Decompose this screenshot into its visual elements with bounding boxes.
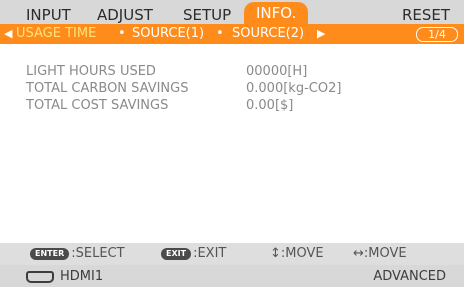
right-arrow-icon[interactable]: ▶ — [317, 27, 325, 40]
tab-setup[interactable]: SETUP — [183, 6, 231, 24]
row-label-cost-savings: TOTAL COST SAVINGS — [26, 98, 169, 113]
tab-info[interactable]: INFO. — [244, 2, 309, 24]
info-content: LIGHT HOURS USED 00000[H] TOTAL CARBON S… — [0, 44, 464, 243]
help-exit-label: :EXIT — [193, 246, 227, 261]
row-label-light-hours: LIGHT HOURS USED — [26, 64, 156, 79]
help-move-horizontal: ↔:MOVE — [353, 246, 407, 261]
row-value-light-hours: 00000[H] — [246, 64, 308, 79]
row-value-cost-savings: 0.00[$] — [246, 98, 294, 113]
help-select: ENTER :SELECT — [30, 246, 125, 262]
projector-osd-menu: INPUT ADJUST SETUP INFO. RESET ◀ USAGE T… — [0, 0, 464, 287]
row-label-carbon-savings: TOTAL CARBON SAVINGS — [26, 81, 189, 96]
enter-key-icon: ENTER — [30, 248, 70, 260]
separator-dot-icon: • — [118, 26, 126, 41]
subtab-usage-time[interactable]: USAGE TIME — [16, 26, 96, 42]
subtab-source-2[interactable]: SOURCE(2) — [232, 26, 304, 42]
help-select-label: :SELECT — [71, 246, 125, 261]
row-value-carbon-savings: 0.000[kg-CO2] — [246, 81, 342, 96]
help-bar: ENTER :SELECT EXIT :EXIT ↕:MOVE ↔:MOVE — [0, 243, 464, 265]
input-source: HDMI1 — [26, 269, 103, 284]
left-arrow-icon[interactable]: ◀ — [4, 27, 12, 40]
tab-adjust[interactable]: ADJUST — [97, 6, 153, 24]
exit-key-icon: EXIT — [161, 248, 192, 260]
help-exit: EXIT :EXIT — [161, 246, 226, 262]
input-source-label: HDMI1 — [60, 269, 104, 284]
menu-tab-bar: INPUT ADJUST SETUP INFO. RESET — [0, 0, 464, 24]
subtab-bar: ◀ USAGE TIME • SOURCE(1) • SOURCE(2) ▶ 1… — [0, 24, 464, 44]
status-bar: HDMI1 ADVANCED — [0, 265, 464, 287]
tab-reset[interactable]: RESET — [402, 6, 450, 24]
tab-input[interactable]: INPUT — [26, 6, 71, 24]
help-move-vertical: ↕:MOVE — [270, 246, 324, 261]
hdmi-icon — [26, 270, 54, 283]
separator-dot-icon: • — [216, 26, 224, 41]
page-indicator: 1/4 — [416, 27, 458, 42]
subtab-source-1[interactable]: SOURCE(1) — [132, 26, 204, 42]
menu-mode: ADVANCED — [373, 269, 446, 284]
